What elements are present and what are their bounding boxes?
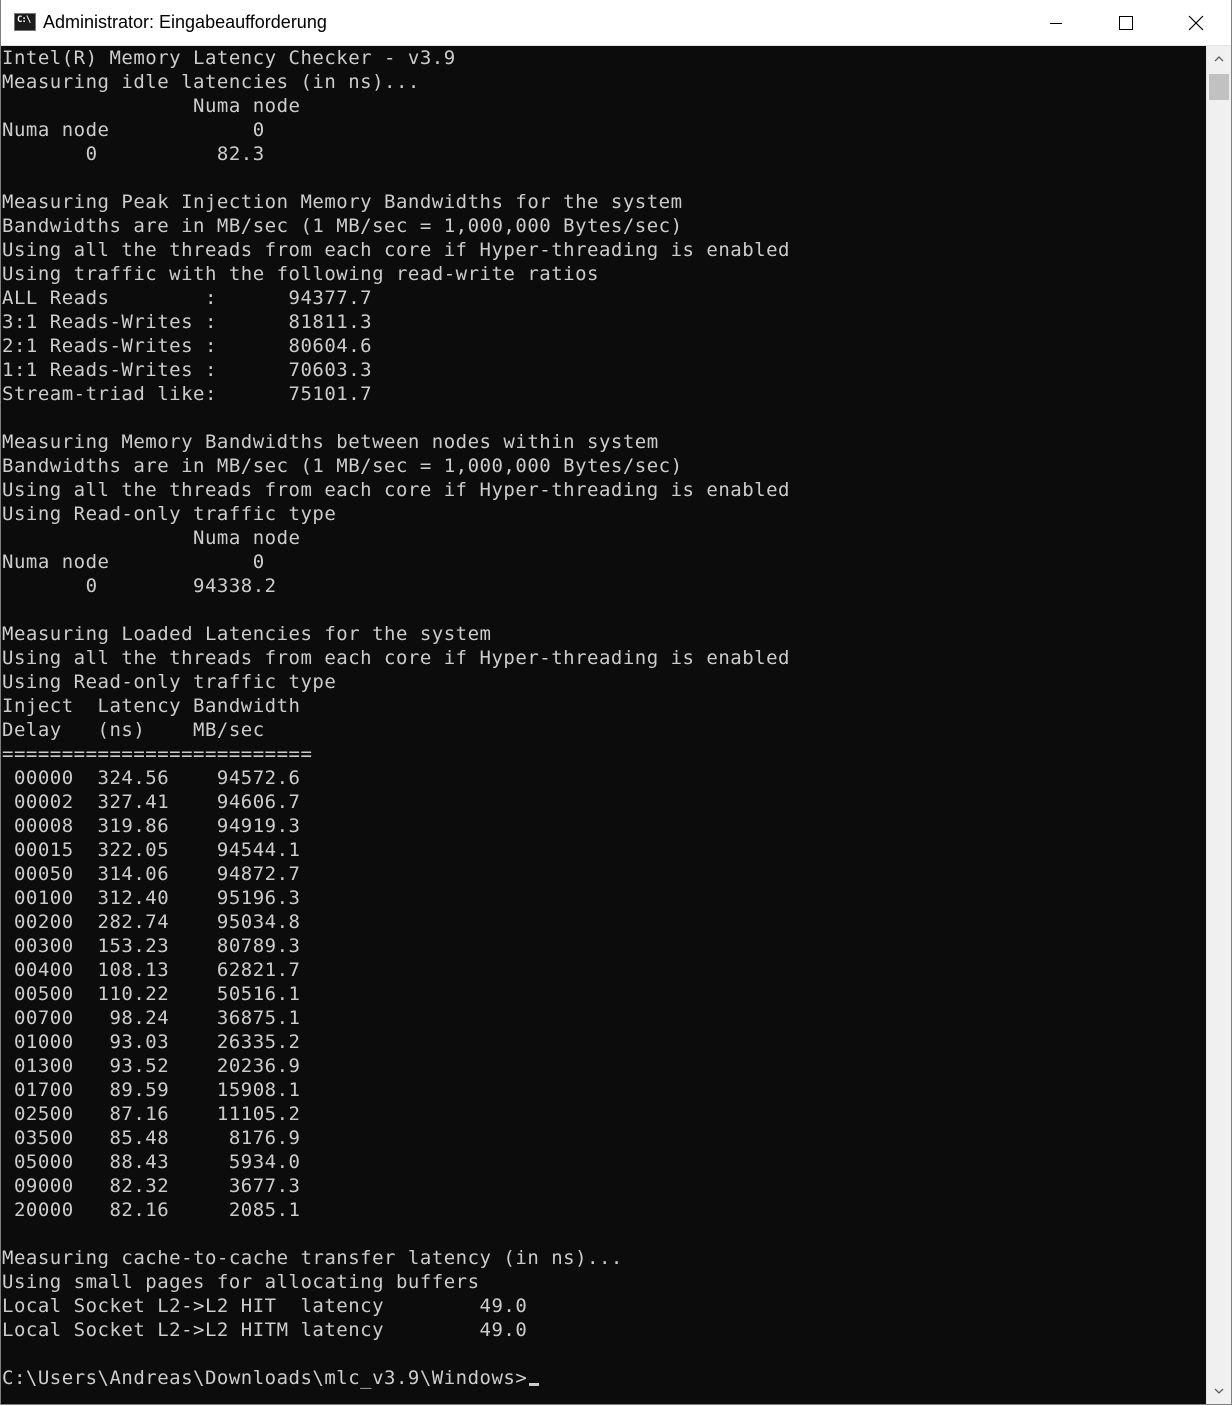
console-line: 00050 314.06 94872.7 xyxy=(2,863,301,885)
console-line: Numa node xyxy=(2,527,301,549)
console-line: 05000 88.43 5934.0 xyxy=(2,1151,301,1173)
console-line: Local Socket L2->L2 HIT latency 49.0 xyxy=(2,1295,528,1317)
console-line: Measuring idle latencies (in ns)... xyxy=(2,71,420,93)
console-line: Measuring Memory Bandwidths between node… xyxy=(2,431,659,453)
scroll-down-button[interactable] xyxy=(1207,1378,1231,1404)
console-line: Using all the threads from each core if … xyxy=(2,479,790,501)
console-line: 01000 93.03 26335.2 xyxy=(2,1031,301,1053)
console-line: 00500 110.22 50516.1 xyxy=(2,983,301,1005)
close-button[interactable] xyxy=(1161,0,1231,45)
console-line: Measuring Peak Injection Memory Bandwidt… xyxy=(2,191,683,213)
console-line: 1:1 Reads-Writes : 70603.3 xyxy=(2,359,373,381)
console-line: 00200 282.74 95034.8 xyxy=(2,911,301,933)
console-line: 00000 324.56 94572.6 xyxy=(2,767,301,789)
console-line: Numa node 0 xyxy=(2,119,265,141)
cmd-icon[interactable]: C:\ xyxy=(14,13,36,31)
console-line: Using all the threads from each core if … xyxy=(2,239,790,261)
console-line: Using Read-only traffic type xyxy=(2,503,337,525)
cmd-icon-label: C:\ xyxy=(17,15,31,25)
vertical-scrollbar[interactable] xyxy=(1206,46,1231,1404)
console-line: 09000 82.32 3677.3 xyxy=(2,1175,301,1197)
close-icon xyxy=(1188,15,1204,30)
console-line: 00100 312.40 95196.3 xyxy=(2,887,301,909)
maximize-icon xyxy=(1119,15,1133,30)
console-line: Using small pages for allocating buffers xyxy=(2,1271,480,1293)
console-line: 03500 85.48 8176.9 xyxy=(2,1127,301,1149)
console-line: Bandwidths are in MB/sec (1 MB/sec = 1,0… xyxy=(2,455,683,477)
scrollbar-thumb[interactable] xyxy=(1209,74,1229,100)
console-line: ALL Reads : 94377.7 xyxy=(2,287,373,309)
console-line: Using traffic with the following read-wr… xyxy=(2,263,599,285)
console-line: 20000 82.16 2085.1 xyxy=(2,1199,301,1221)
minimize-icon xyxy=(1050,22,1062,24)
console-line: Delay (ns) MB/sec xyxy=(2,719,265,741)
console-line: 00015 322.05 94544.1 xyxy=(2,839,301,861)
scroll-down-arrow-icon xyxy=(1214,1388,1224,1394)
console-line: Numa node 0 xyxy=(2,551,265,573)
console-line: 3:1 Reads-Writes : 81811.3 xyxy=(2,311,373,333)
console-line: 0 82.3 xyxy=(2,143,265,165)
window-title: Administrator: Eingabeaufforderung xyxy=(43,12,327,32)
console-line: 01300 93.52 20236.9 xyxy=(2,1055,301,1077)
maximize-button[interactable] xyxy=(1091,0,1161,45)
console-line: Intel(R) Memory Latency Checker - v3.9 xyxy=(2,47,456,69)
scroll-up-arrow-icon xyxy=(1214,56,1224,62)
title-bar[interactable]: C:\ Administrator: Eingabeaufforderung xyxy=(1,0,1231,46)
console-line: Stream-triad like: 75101.7 xyxy=(2,383,373,405)
console-text: Intel(R) Memory Latency Checker - v3.9 Me… xyxy=(1,46,1205,1390)
console-line: 00400 108.13 62821.7 xyxy=(2,959,301,981)
console-line: Measuring Loaded Latencies for the syste… xyxy=(2,623,492,645)
console-line: 01700 89.59 15908.1 xyxy=(2,1079,301,1101)
console-output[interactable]: Intel(R) Memory Latency Checker - v3.9 Me… xyxy=(1,46,1205,1404)
minimize-button[interactable] xyxy=(1021,0,1091,45)
console-line: 00300 153.23 80789.3 xyxy=(2,935,301,957)
console-line: 00008 319.86 94919.3 xyxy=(2,815,301,837)
console-line: ========================== xyxy=(2,743,313,765)
console-line: Using Read-only traffic type xyxy=(2,671,337,693)
console-line: 00700 98.24 36875.1 xyxy=(2,1007,301,1029)
console-line: Inject Latency Bandwidth xyxy=(2,695,301,717)
console-line: 2:1 Reads-Writes : 80604.6 xyxy=(2,335,373,357)
console-line: Local Socket L2->L2 HITM latency 49.0 xyxy=(2,1319,528,1341)
console-line: Numa node xyxy=(2,95,301,117)
console-line: 0 94338.2 xyxy=(2,575,277,597)
console-line: Bandwidths are in MB/sec (1 MB/sec = 1,0… xyxy=(2,215,683,237)
console-line: Measuring cache-to-cache transfer latenc… xyxy=(2,1247,623,1269)
scroll-up-button[interactable] xyxy=(1207,46,1231,72)
console-window: C:\ Administrator: Eingabeaufforderung I… xyxy=(0,0,1232,1405)
console-line: Using all the threads from each core if … xyxy=(2,647,790,669)
console-line: 02500 87.16 11105.2 xyxy=(2,1103,301,1125)
console-line: 00002 327.41 94606.7 xyxy=(2,791,301,813)
command-prompt-line: C:\Users\Andreas\Downloads\mlc_v3.9\Wind… xyxy=(2,1366,1205,1390)
